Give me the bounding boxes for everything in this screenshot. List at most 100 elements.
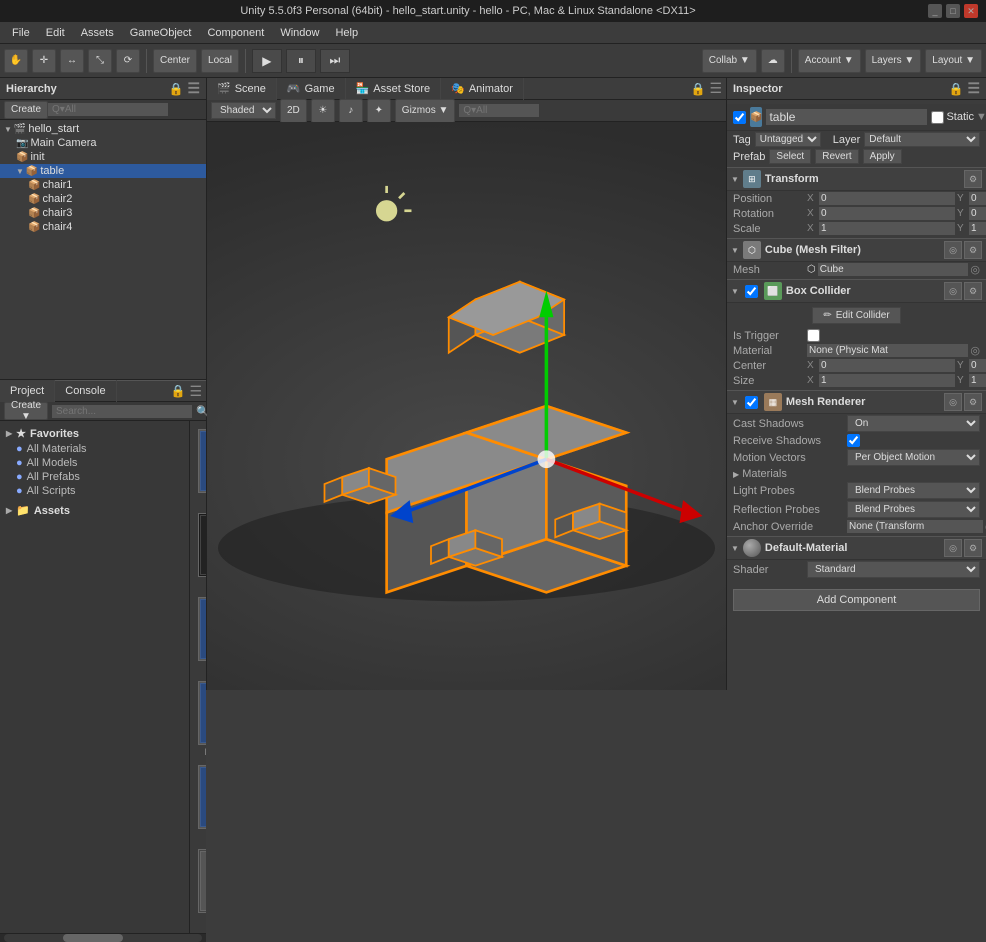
proj-all-prefabs[interactable]: ● All Prefabs xyxy=(0,470,189,484)
layout-btn[interactable]: Layout ▼ xyxy=(925,49,982,73)
prefab-apply-btn[interactable]: Apply xyxy=(863,149,902,164)
menu-component[interactable]: Component xyxy=(199,25,272,41)
hier-item-init[interactable]: 📦 init xyxy=(0,150,206,164)
material-header[interactable]: ▼ Default-Material ◎ ⚙ xyxy=(727,536,986,560)
scale-y-input[interactable] xyxy=(969,222,986,235)
scene-search[interactable] xyxy=(459,104,539,117)
asset-camerabeh[interactable]: C# CameraBeh xyxy=(198,429,206,505)
anchor-value-input[interactable] xyxy=(847,520,983,533)
mesh-renderer-enabled[interactable] xyxy=(745,396,758,409)
sx-input[interactable] xyxy=(819,374,955,387)
hierarchy-menu-icon[interactable]: ☰ xyxy=(187,80,200,97)
transform-header[interactable]: ▼ ⊞ Transform ⚙ xyxy=(727,167,986,191)
box-collider-settings-icon[interactable]: ⚙ xyxy=(964,282,982,300)
menu-file[interactable]: File xyxy=(4,25,38,41)
scene-menu-icon[interactable]: ☰ xyxy=(709,80,722,97)
tab-console[interactable]: Console xyxy=(55,380,116,402)
proj-all-scripts[interactable]: ● All Scripts xyxy=(0,484,189,498)
asset-initbeh[interactable]: C# InitBeh xyxy=(198,597,206,673)
is-trigger-checkbox[interactable] xyxy=(807,329,820,342)
asset-initbeh-an[interactable]: C# InitBeh_an... xyxy=(198,681,206,757)
tab-asset-store[interactable]: 🏪 Asset Store xyxy=(346,78,442,100)
material-value-input[interactable] xyxy=(807,344,968,357)
add-component-btn[interactable]: Add Component xyxy=(733,589,980,611)
hierarchy-create-btn[interactable]: Create xyxy=(4,101,48,119)
cx-input[interactable] xyxy=(819,359,955,372)
move-tool-btn[interactable]: ✛ xyxy=(32,49,56,73)
cast-shadows-dropdown[interactable]: On xyxy=(847,415,980,432)
menu-window[interactable]: Window xyxy=(272,25,327,41)
cy-input[interactable] xyxy=(969,359,986,372)
tag-dropdown[interactable]: Untagged xyxy=(755,132,821,147)
project-scrollbar[interactable] xyxy=(0,933,206,942)
local-btn[interactable]: Local xyxy=(201,49,239,73)
scene-view[interactable]: Y X Z xyxy=(207,122,726,690)
lighting-btn[interactable]: ☀ xyxy=(311,99,335,123)
object-enabled-checkbox[interactable] xyxy=(733,111,746,124)
audio-btn[interactable]: ♪ xyxy=(339,99,363,123)
maximize-btn[interactable]: □ xyxy=(946,4,960,18)
asset-lightbeh[interactable]: C# LightBeh xyxy=(198,765,206,841)
tab-animator[interactable]: 🎭 Animator xyxy=(441,78,524,100)
edit-collider-btn[interactable]: ✏ Edit Collider xyxy=(812,307,900,324)
receive-shadows-checkbox[interactable] xyxy=(847,434,860,447)
gizmos-btn[interactable]: Gizmos ▼ xyxy=(395,99,456,123)
mesh-value-input[interactable] xyxy=(818,263,969,276)
proj-all-models[interactable]: ● All Models xyxy=(0,456,189,470)
rot-x-input[interactable] xyxy=(819,207,955,220)
close-btn[interactable]: ✕ xyxy=(964,4,978,18)
object-name-input[interactable] xyxy=(766,109,927,125)
play-btn[interactable]: ▶ xyxy=(252,49,282,73)
mesh-filter-ref-icon[interactable]: ◎ xyxy=(944,241,962,259)
static-dropdown-icon[interactable]: ▼ xyxy=(976,111,986,123)
collab-btn[interactable]: Collab ▼ xyxy=(702,49,757,73)
hierarchy-search[interactable] xyxy=(48,103,168,116)
material-ref-icon[interactable]: ◎ xyxy=(944,539,962,557)
step-btn[interactable]: ⏭ xyxy=(320,49,350,73)
mesh-renderer-ref-icon[interactable]: ◎ xyxy=(944,393,962,411)
rotate-tool-btn[interactable]: ↔ xyxy=(60,49,84,73)
rect-tool-btn[interactable]: ⟳ xyxy=(116,49,140,73)
reflection-probes-dropdown[interactable]: Blend Probes xyxy=(847,501,980,518)
menu-assets[interactable]: Assets xyxy=(73,25,122,41)
effects-btn[interactable]: ✦ xyxy=(367,99,391,123)
menu-edit[interactable]: Edit xyxy=(38,25,73,41)
scale-x-input[interactable] xyxy=(819,222,955,235)
mesh-target-icon[interactable]: ◎ xyxy=(970,263,980,276)
minimize-btn[interactable]: _ xyxy=(928,4,942,18)
prefab-revert-btn[interactable]: Revert xyxy=(815,149,858,164)
asset-table[interactable]: table xyxy=(198,849,206,925)
mesh-filter-header[interactable]: ▼ ⬡ Cube (Mesh Filter) ◎ ⚙ xyxy=(727,238,986,262)
asset-hello-start[interactable]: hello_start xyxy=(198,513,206,589)
box-collider-ref-icon[interactable]: ◎ xyxy=(944,282,962,300)
hier-item-hello-start[interactable]: ▼ 🎬 hello_start xyxy=(0,122,206,136)
mesh-filter-settings-icon[interactable]: ⚙ xyxy=(964,241,982,259)
pause-btn[interactable]: ⏸ xyxy=(286,49,316,73)
project-search[interactable] xyxy=(52,405,192,418)
rot-y-input[interactable] xyxy=(969,207,986,220)
shader-dropdown[interactable]: Standard xyxy=(807,561,980,578)
shaded-dropdown[interactable]: Shaded xyxy=(211,102,276,119)
project-menu-icon[interactable]: ☰ xyxy=(189,383,202,400)
box-collider-header[interactable]: ▼ ⬜ Box Collider ◎ ⚙ xyxy=(727,279,986,303)
hier-item-chair4[interactable]: 📦 chair4 xyxy=(0,220,206,234)
prefab-select-btn[interactable]: Select xyxy=(769,149,811,164)
tab-game[interactable]: 🎮 Game xyxy=(277,78,346,100)
layers-btn[interactable]: Layers ▼ xyxy=(865,49,922,73)
scale-tool-btn[interactable]: ⤡ xyxy=(88,49,112,73)
motion-vectors-dropdown[interactable]: Per Object Motion xyxy=(847,449,980,466)
tab-project[interactable]: Project xyxy=(0,380,55,402)
transform-settings-icon[interactable]: ⚙ xyxy=(964,170,982,188)
mesh-renderer-settings-icon[interactable]: ⚙ xyxy=(964,393,982,411)
pos-x-input[interactable] xyxy=(819,192,955,205)
hier-item-main-camera[interactable]: 📷 Main Camera xyxy=(0,136,206,150)
sy-input[interactable] xyxy=(969,374,986,387)
hand-tool-btn[interactable]: ✋ xyxy=(4,49,28,73)
project-create-btn[interactable]: Create ▼ xyxy=(4,402,48,420)
hier-item-chair1[interactable]: 📦 chair1 xyxy=(0,178,206,192)
cloud-btn[interactable]: ☁ xyxy=(761,49,785,73)
inspector-menu-icon[interactable]: ☰ xyxy=(967,80,980,97)
menu-gameobject[interactable]: GameObject xyxy=(122,25,200,41)
account-btn[interactable]: Account ▼ xyxy=(798,49,861,73)
center-btn[interactable]: Center xyxy=(153,49,197,73)
